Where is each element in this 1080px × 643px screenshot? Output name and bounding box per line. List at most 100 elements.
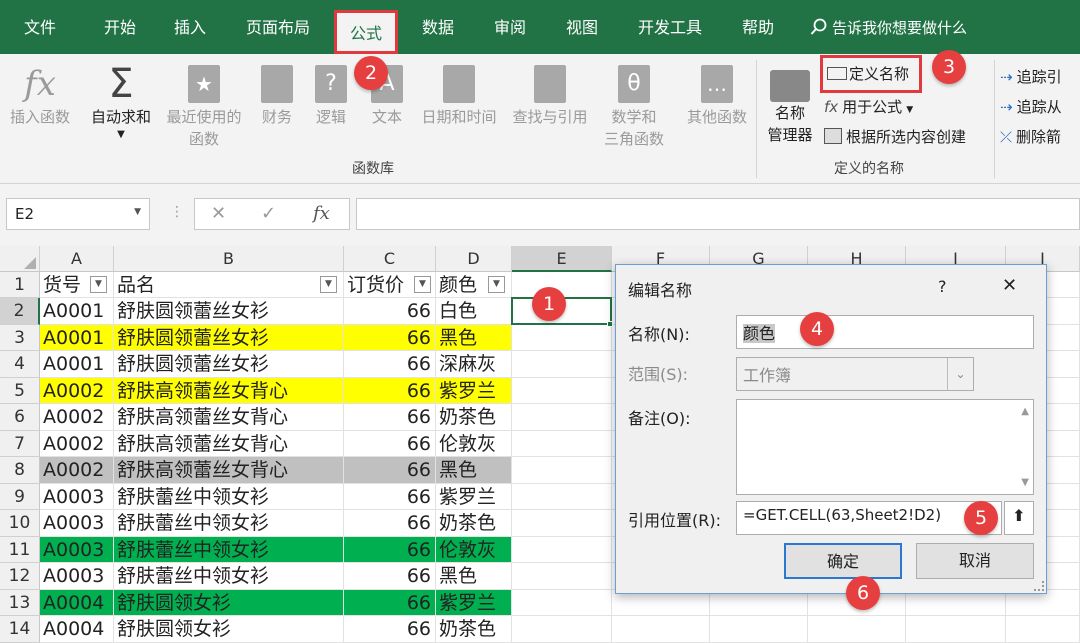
select-all-corner[interactable] xyxy=(0,246,40,272)
cell-b[interactable]: 舒肤高领蕾丝女背心 xyxy=(114,457,344,484)
cell-a[interactable]: A0004 xyxy=(40,589,114,616)
empty-cell[interactable] xyxy=(512,457,612,484)
cell-d[interactable]: 奶茶色 xyxy=(436,510,512,537)
close-icon[interactable]: ✕ xyxy=(1002,275,1017,296)
cell-c[interactable]: 66 xyxy=(344,404,436,431)
row-header[interactable]: 6 xyxy=(0,404,40,431)
cancel-x-icon[interactable]: ✕ xyxy=(211,203,226,224)
name-input[interactable]: 颜色 xyxy=(736,315,1034,349)
column-header-b[interactable]: B xyxy=(114,246,344,272)
cell-d[interactable]: 伦敦灰 xyxy=(436,536,512,563)
empty-cell[interactable] xyxy=(512,351,612,378)
ok-button[interactable]: 确定 xyxy=(784,543,902,579)
cell-d[interactable]: 黑色 xyxy=(436,324,512,351)
trace-precedents-button[interactable]: ⇢ 追踪引 xyxy=(1000,66,1062,87)
cell-a[interactable]: A0003 xyxy=(40,563,114,590)
cell-c[interactable]: 66 xyxy=(344,377,436,404)
row-header[interactable]: 8 xyxy=(0,457,40,484)
tab-page-layout[interactable]: 页面布局 xyxy=(246,14,310,38)
cell-a[interactable]: A0003 xyxy=(40,510,114,537)
row-header[interactable]: 13 xyxy=(0,589,40,616)
empty-cell[interactable] xyxy=(1006,616,1080,643)
cell-b[interactable]: 舒肤蕾丝中领女衫 xyxy=(114,563,344,590)
trace-dependents-button[interactable]: ⇢ 追踪从 xyxy=(1000,96,1062,117)
empty-cell[interactable] xyxy=(512,404,612,431)
row-header[interactable]: 11 xyxy=(0,536,40,563)
row-header-1[interactable]: 1 xyxy=(0,272,40,298)
cell-c[interactable]: 66 xyxy=(344,536,436,563)
cell-b[interactable]: 舒肤高领蕾丝女背心 xyxy=(114,377,344,404)
cell-a[interactable]: A0001 xyxy=(40,324,114,351)
cell-c[interactable]: 66 xyxy=(344,430,436,457)
cell-c[interactable]: 66 xyxy=(344,324,436,351)
row-header[interactable]: 14 xyxy=(0,616,40,643)
empty-cell[interactable] xyxy=(808,616,906,643)
logical-button[interactable]: ? 逻辑 xyxy=(308,62,354,128)
cell-b[interactable]: 舒肤蕾丝中领女衫 xyxy=(114,510,344,537)
cell-a[interactable]: A0004 xyxy=(40,616,114,643)
more-functions-button[interactable]: … 其他函数 xyxy=(680,62,754,128)
tab-help[interactable]: 帮助 xyxy=(742,14,774,38)
cell-a[interactable]: A0001 xyxy=(40,298,114,325)
name-manager-button[interactable]: 名称 管理器 xyxy=(760,62,820,146)
lookup-button[interactable]: 查找与引用 xyxy=(506,62,594,128)
cell-d[interactable]: 白色 xyxy=(436,298,512,325)
cell-a[interactable]: A0001 xyxy=(40,351,114,378)
empty-cell[interactable] xyxy=(512,563,612,590)
use-in-formula-button[interactable]: fx 用于公式 ▼ xyxy=(824,96,913,117)
recent-functions-button[interactable]: ★ 最近使用的 函数 xyxy=(160,62,248,150)
cell-d[interactable]: 紫罗兰 xyxy=(436,377,512,404)
empty-cell[interactable] xyxy=(512,510,612,537)
cell-d[interactable]: 黑色 xyxy=(436,457,512,484)
cell-b[interactable]: 舒肤蕾丝中领女衫 xyxy=(114,483,344,510)
cell-d[interactable]: 伦敦灰 xyxy=(436,430,512,457)
filter-dropdown-icon[interactable]: ▼ xyxy=(488,276,505,293)
filter-dropdown-icon[interactable]: ▼ xyxy=(320,276,337,293)
define-name-button[interactable]: 定义名称 xyxy=(820,55,922,93)
row-header[interactable]: 5 xyxy=(0,377,40,404)
empty-cell[interactable] xyxy=(512,589,612,616)
tab-file[interactable]: 文件 xyxy=(24,14,56,38)
empty-cell[interactable] xyxy=(512,324,612,351)
tab-formulas[interactable]: 公式 xyxy=(334,10,399,54)
check-icon[interactable]: ✓ xyxy=(261,203,276,224)
comment-textarea[interactable]: ▲ ▼ xyxy=(736,399,1034,495)
insert-function-button[interactable]: fx 插入函数 xyxy=(2,62,78,128)
cell-c[interactable]: 66 xyxy=(344,483,436,510)
cell-d[interactable]: 紫罗兰 xyxy=(436,483,512,510)
empty-cell[interactable] xyxy=(710,616,808,643)
filter-dropdown-icon[interactable]: ▼ xyxy=(90,276,107,293)
cell-b[interactable]: 舒肤圆领女衫 xyxy=(114,616,344,643)
help-icon[interactable]: ? xyxy=(938,277,947,296)
empty-cell[interactable] xyxy=(612,616,710,643)
cell-c[interactable]: 66 xyxy=(344,616,436,643)
tab-data[interactable]: 数据 xyxy=(422,14,454,38)
fill-handle[interactable] xyxy=(607,321,613,327)
cell-c[interactable]: 66 xyxy=(344,298,436,325)
cancel-button[interactable]: 取消 xyxy=(916,543,1034,579)
header-cell-price[interactable]: 订货价 ▼ xyxy=(344,272,436,298)
scroll-down-icon[interactable]: ▼ xyxy=(1021,477,1029,488)
column-header-d[interactable]: D xyxy=(436,246,512,272)
cell-d[interactable]: 奶茶色 xyxy=(436,616,512,643)
row-header[interactable]: 10 xyxy=(0,510,40,537)
row-header[interactable]: 4 xyxy=(0,351,40,378)
row-header[interactable]: 3 xyxy=(0,324,40,351)
financial-button[interactable]: 财务 xyxy=(254,62,300,128)
cell-c[interactable]: 66 xyxy=(344,589,436,616)
cell-b[interactable]: 舒肤高领蕾丝女背心 xyxy=(114,404,344,431)
empty-cell[interactable] xyxy=(512,536,612,563)
header-cell-color[interactable]: 颜色 ▼ xyxy=(436,272,512,298)
header-cell-product[interactable]: 品名 ▼ xyxy=(114,272,344,298)
column-header-a[interactable]: A xyxy=(40,246,114,272)
tell-me-box[interactable]: 告诉我你想要做什么 xyxy=(810,17,967,38)
tab-insert[interactable]: 插入 xyxy=(174,14,206,38)
cell-c[interactable]: 66 xyxy=(344,563,436,590)
row-header[interactable]: 12 xyxy=(0,563,40,590)
scope-select[interactable]: 工作簿 ⌄ xyxy=(736,357,974,391)
collapse-dialog-button[interactable]: ⬆ xyxy=(1004,501,1034,535)
cell-a[interactable]: A0003 xyxy=(40,483,114,510)
cell-a[interactable]: A0002 xyxy=(40,430,114,457)
empty-cell[interactable] xyxy=(512,483,612,510)
row-header[interactable]: 7 xyxy=(0,430,40,457)
